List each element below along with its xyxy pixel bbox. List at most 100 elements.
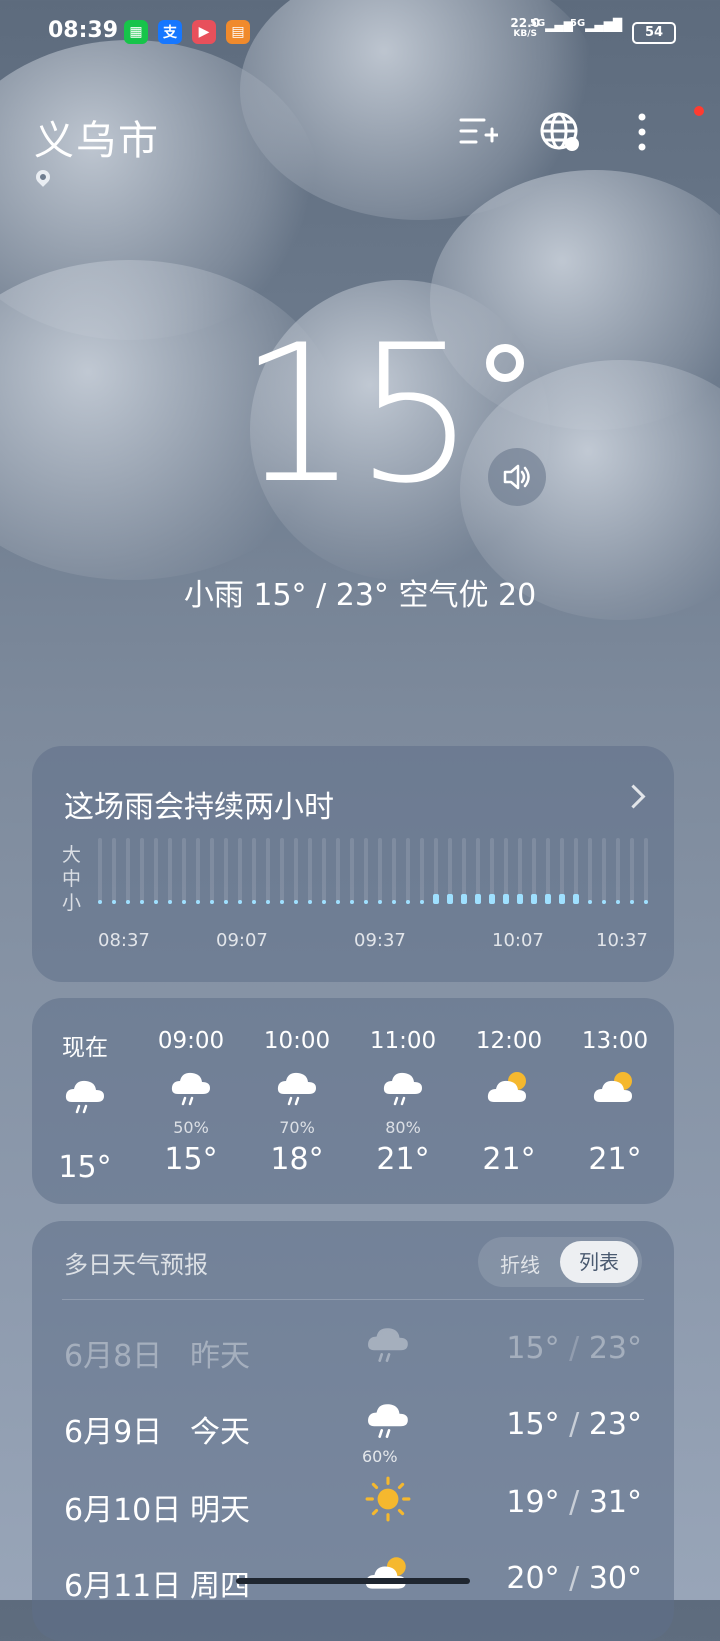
sig2-label: 5G [570,18,586,29]
rain-bar [280,900,284,904]
hour-pop: 50% [173,1118,209,1137]
rain-bar [447,894,453,904]
daily-temp-range: 19° / 31° [506,1485,642,1520]
view-toggle[interactable]: 折线 列表 [478,1237,642,1287]
rain-bar [210,900,214,904]
daily-temp-range: 15° / 23° [506,1331,642,1366]
rain-bar-bg [420,838,424,904]
city-list-add-button[interactable] [454,108,502,156]
rain-bar [168,900,172,904]
rain-bar [616,900,620,904]
chevron-right-icon [621,784,646,809]
rain-bar [406,900,410,904]
rain-time-label: 10:37 [596,930,648,951]
rain-bar-bg [294,838,298,904]
hour-pop [464,1118,554,1138]
status-bar: 08:39 ▦ 支 ▶ ▤ 22.0 KB/S 5G▂▄▆ 5G▂▄▆█ 54 [0,0,720,64]
rain-bar-bg [630,838,634,904]
rain-bar-bg [266,838,270,904]
rain-bar-bg [350,838,354,904]
location-pin-icon [33,167,53,187]
rain-bar [602,900,606,904]
weather-summary: 小雨 15° / 23° 空气优 20 [183,578,537,613]
globe-icon [540,112,579,151]
rain-icon [364,1397,412,1445]
daily-row[interactable]: 6月11日 周四 20° / 30° [32,1551,674,1621]
rain-bar-bg [224,838,228,904]
daily-low: 19° [506,1485,560,1520]
rain-bar-bg [112,838,116,904]
rain-bar [503,894,509,904]
rain-bar-bg [98,838,102,904]
hour-time: 13:00 [581,1028,649,1054]
rain-bar-bg [280,838,284,904]
rain-forecast-card[interactable]: 这场雨会持续两小时 大 中 小 08:37 09:07 09:37 10:07 … [32,746,674,982]
rain-icon [168,1066,214,1112]
battery-icon: 54 [632,22,676,44]
rain-time-label: 09:07 [216,930,268,951]
rain-time-label: 10:07 [492,930,544,951]
rain-bar-bg [392,838,396,904]
rain-title: 这场雨会持续两小时 [64,790,334,825]
more-icon [638,113,646,151]
rain-bar-bg [322,838,326,904]
rain-bar [644,900,648,904]
rain-bar [475,894,481,904]
rain-bar [420,900,424,904]
hour-pop: 80% [385,1118,421,1137]
rain-bar-bg [588,838,592,904]
hourly-forecast-card[interactable]: 现在 15° 09:00 50% 15° 10:00 70% 18° 11:00… [32,998,674,1204]
hour-time: 12:00 [475,1028,543,1054]
video-app-icon: ▶ [192,20,216,44]
daily-row[interactable]: 6月8日 昨天 15° / 23° [32,1321,674,1391]
rain-bar-bg [308,838,312,904]
hour-item[interactable]: 13:00 21° [570,1028,660,1177]
status-time: 08:39 [48,18,119,43]
hour-temp: 15° [58,1150,112,1185]
daily-row[interactable]: 6月9日 今天 60% 15° / 23° [32,1397,674,1467]
city-name[interactable]: 义乌市 [34,108,160,166]
rain-bar-bg [196,838,200,904]
toggle-list[interactable]: 列表 [560,1241,638,1283]
globe-button[interactable] [536,108,584,156]
divider [62,1299,644,1300]
daily-date: 6月11日 [64,1569,182,1604]
rain-icon [274,1066,320,1112]
daily-row[interactable]: 6月10日 明天 19° / 31° [32,1475,674,1545]
hour-item[interactable]: 11:00 80% 21° [358,1028,448,1177]
rain-icon [380,1066,426,1112]
home-indicator[interactable] [236,1578,470,1584]
toggle-line-chart[interactable]: 折线 [500,1249,540,1278]
rain-bar [294,900,298,904]
hour-item[interactable]: 10:00 70% 18° [252,1028,342,1177]
hour-item[interactable]: 12:00 21° [464,1028,554,1177]
speaker-icon [503,464,530,490]
sun-icon [364,1475,412,1523]
rain-icon [364,1321,412,1369]
rain-bar [238,900,242,904]
hour-temp: 21° [482,1142,536,1177]
rain-bar-bg [238,838,242,904]
rain-bar [322,900,326,904]
rain-bar [350,900,354,904]
rain-bar [531,894,537,904]
rain-bar-bg [140,838,144,904]
daily-date: 6月8日 [64,1339,163,1374]
rain-bar [517,894,523,904]
rain-bar-bg [644,838,648,904]
daily-low: 15° [506,1407,560,1442]
hour-pop [40,1126,130,1146]
rain-icon [62,1074,108,1120]
voice-broadcast-button[interactable] [488,448,546,506]
hour-item[interactable]: 09:00 50% 15° [146,1028,236,1177]
rain-bar-bg [406,838,410,904]
rain-time-label: 09:37 [354,930,406,951]
rain-bar [154,900,158,904]
more-button[interactable] [618,108,666,156]
rain-bar [630,900,634,904]
hour-item[interactable]: 现在 15° [40,1028,130,1185]
daily-high: 23° [588,1331,642,1366]
hour-time: 10:00 [263,1028,331,1054]
daily-temp-range: 15° / 23° [506,1407,642,1442]
partly-cloudy-icon [364,1551,412,1599]
